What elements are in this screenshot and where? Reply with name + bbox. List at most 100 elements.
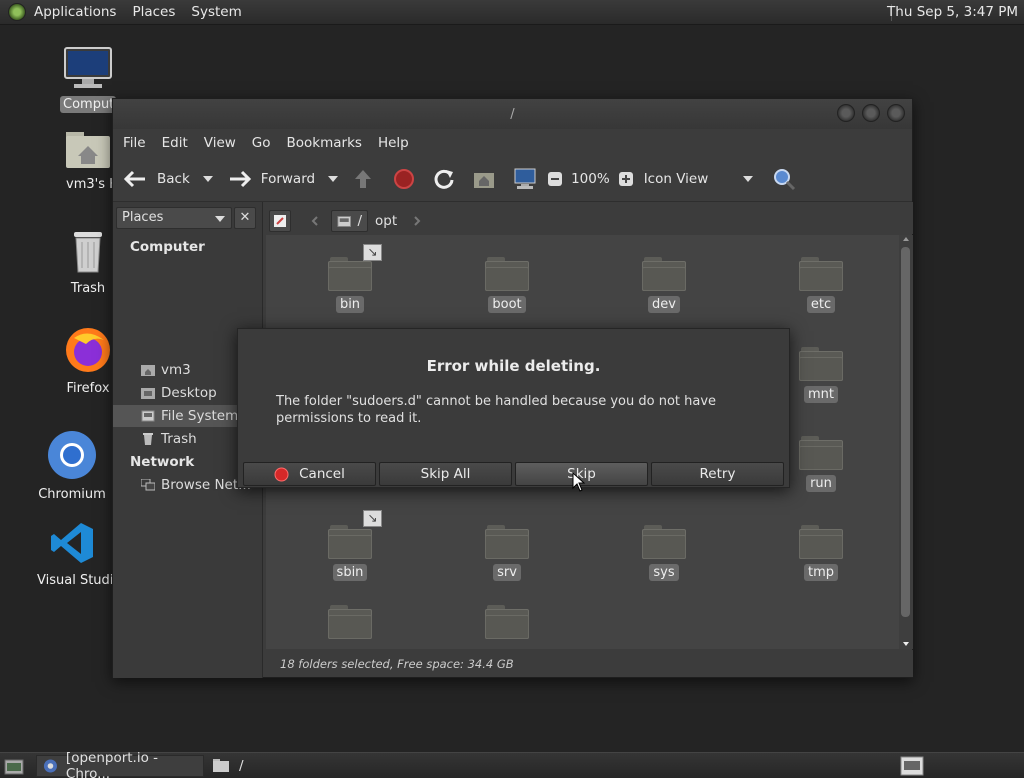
menu-applications[interactable]: Applications — [26, 4, 124, 20]
folder-label: etc — [806, 296, 836, 313]
back-button[interactable]: Back — [123, 169, 190, 189]
menu-edit[interactable]: Edit — [154, 135, 196, 151]
maximize-button[interactable] — [862, 104, 880, 122]
folder-label: sys — [649, 564, 679, 581]
workspace-switcher-icon[interactable] — [900, 756, 924, 776]
forward-button[interactable]: Forward — [228, 169, 315, 189]
dialog-message: The folder "sudoers.d" cannot be handled… — [276, 394, 717, 426]
folder-item[interactable]: sbin — [300, 525, 400, 581]
taskbar-item-browser[interactable]: [openport.io - Chro... — [36, 750, 204, 778]
scrollbar-thumb[interactable] — [901, 247, 910, 617]
folder-item[interactable] — [300, 605, 400, 639]
menubar: File Edit View Go Bookmarks Help — [113, 129, 912, 157]
distro-logo-icon[interactable] — [8, 3, 26, 21]
skip-all-button[interactable]: Skip All — [379, 462, 512, 486]
folder-label: mnt — [804, 386, 838, 403]
taskbar-item-label: [openport.io - Chro... — [65, 749, 159, 778]
desktop-folder-icon — [141, 388, 155, 399]
sidebar-item-label: File System — [161, 408, 239, 424]
home-folder-icon — [66, 132, 110, 168]
close-window-button[interactable] — [887, 104, 905, 122]
folder-item[interactable]: srv — [457, 525, 557, 581]
places-combo[interactable]: Places — [116, 207, 232, 229]
scroll-up-icon[interactable] — [902, 236, 910, 242]
folder-label: bin — [335, 296, 365, 313]
chevron-right-icon[interactable] — [413, 216, 421, 226]
retry-button[interactable]: Retry — [651, 462, 784, 486]
chevron-left-icon[interactable] — [311, 216, 319, 226]
show-desktop-icon[interactable] — [4, 757, 24, 775]
cancel-button[interactable]: Cancel — [243, 462, 376, 486]
folder-icon — [328, 257, 372, 291]
folder-item[interactable] — [457, 605, 557, 639]
search-icon[interactable] — [772, 167, 796, 191]
home-icon[interactable] — [473, 169, 495, 189]
drive-icon — [141, 410, 155, 422]
menu-system[interactable]: System — [183, 4, 249, 20]
desktop-label: Trash — [70, 281, 106, 296]
sidebar-heading-computer: Computer — [130, 239, 205, 255]
zoom-out-icon[interactable] — [547, 171, 563, 187]
folder-item[interactable]: etc — [771, 257, 871, 313]
window-titlebar[interactable]: / — [113, 99, 912, 129]
menu-view[interactable]: View — [196, 135, 244, 151]
vscode-icon — [51, 523, 93, 563]
retry-label: Retry — [699, 466, 736, 482]
folder-icon — [799, 347, 843, 381]
folder-icon — [485, 525, 529, 559]
up-arrow-icon[interactable] — [353, 168, 373, 190]
folder-icon — [799, 436, 843, 470]
drive-icon — [337, 215, 351, 227]
clock[interactable]: Thu Sep 5, 3:47 PM — [887, 4, 1018, 20]
view-mode-dropdown-icon — [742, 176, 753, 182]
folder-item[interactable]: sys — [614, 525, 714, 581]
folder-item[interactable]: dev — [614, 257, 714, 313]
error-dialog: Error while deleting. The folder "sudoer… — [237, 328, 790, 488]
computer-icon — [64, 47, 112, 88]
places-combo-label: Places — [122, 210, 164, 225]
desktop-icon-chromium[interactable]: Chromium — [24, 430, 120, 507]
cancel-icon — [274, 467, 289, 481]
network-icon — [141, 479, 155, 491]
minimize-button[interactable] — [837, 104, 855, 122]
crumb-label: opt — [375, 213, 398, 229]
reload-icon[interactable] — [433, 168, 455, 190]
forward-dropdown-icon[interactable] — [327, 175, 339, 183]
menu-bookmarks[interactable]: Bookmarks — [279, 135, 370, 151]
folder-icon — [799, 525, 843, 559]
back-dropdown-icon[interactable] — [202, 175, 214, 183]
desktop-label: Chromium — [38, 487, 106, 502]
menu-file[interactable]: File — [115, 135, 154, 151]
forward-label: Forward — [260, 171, 316, 187]
cancel-label: Cancel — [299, 466, 345, 482]
folder-item[interactable]: boot — [457, 257, 557, 313]
folder-label: boot — [488, 296, 526, 313]
back-arrow-icon — [123, 170, 145, 188]
view-mode-select[interactable]: Icon View — [644, 171, 754, 187]
vertical-scrollbar[interactable] — [899, 235, 913, 649]
zoom-in-icon[interactable] — [618, 171, 634, 187]
crumb-opt[interactable]: opt — [369, 210, 399, 232]
menu-go[interactable]: Go — [244, 135, 279, 151]
scroll-down-icon[interactable] — [902, 641, 910, 647]
folder-icon — [213, 759, 229, 772]
folder-item[interactable]: bin — [300, 257, 400, 313]
close-sidebar-button[interactable]: ✕ — [234, 207, 256, 229]
folder-icon — [642, 257, 686, 291]
folder-icon — [328, 525, 372, 559]
desktop-icon-vscode[interactable]: Visual Studio Code — [24, 520, 126, 593]
folder-label: srv — [493, 564, 521, 581]
trash-icon — [74, 232, 102, 273]
view-mode-label: Icon View — [643, 171, 709, 187]
computer-icon[interactable] — [513, 168, 537, 190]
crumb-root[interactable]: / — [331, 210, 368, 232]
stop-icon[interactable] — [393, 168, 415, 190]
zoom-level: 100% — [571, 171, 610, 187]
folder-icon — [485, 605, 529, 639]
taskbar-item-file-manager[interactable]: / — [207, 755, 375, 777]
folder-item[interactable]: tmp — [771, 525, 871, 581]
menu-places[interactable]: Places — [124, 4, 183, 20]
window-title: / — [510, 107, 515, 122]
menu-help[interactable]: Help — [370, 135, 417, 151]
edit-location-button[interactable] — [269, 210, 291, 232]
